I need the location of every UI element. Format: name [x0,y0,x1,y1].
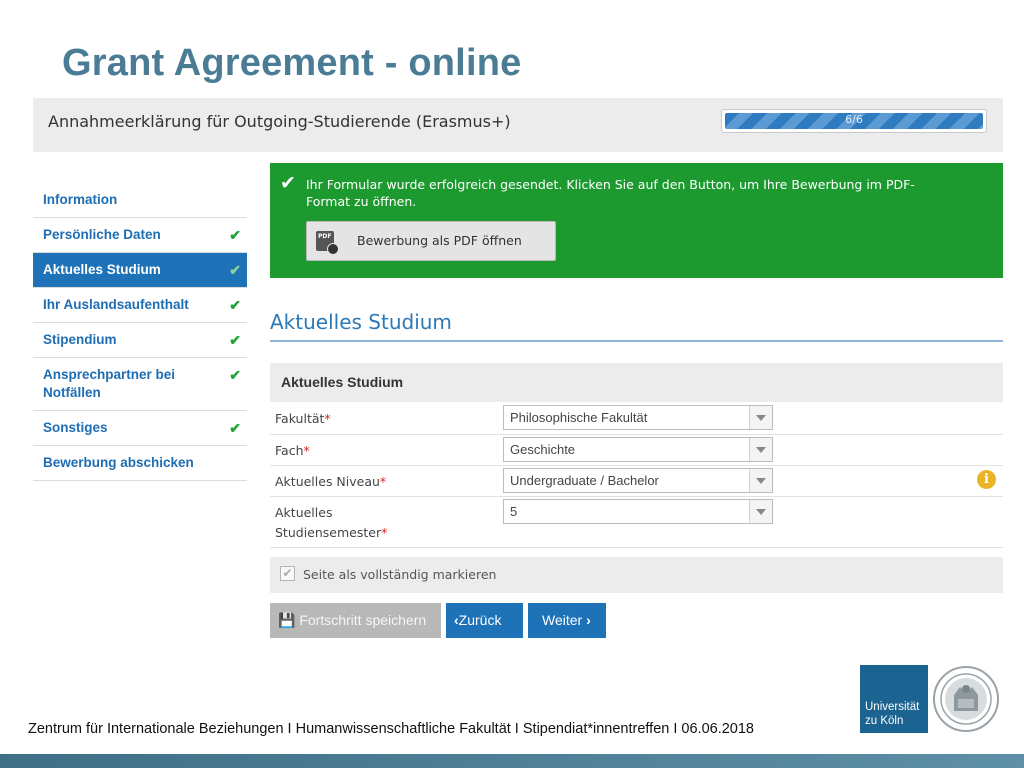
sidebar-item-information[interactable]: Information [33,183,247,218]
sidebar-item-label: Stipendium [43,332,117,347]
field-row-studiensemester: Aktuelles Studiensemester* 5 [270,496,1003,548]
studiensemester-select[interactable]: 5 [503,499,773,524]
panel-title: Aktuelles Studium [281,374,404,390]
sidebar-item-bewerbung-abschicken[interactable]: Bewerbung abschicken [33,446,247,481]
sidebar-item-persoenliche-daten[interactable]: Persönliche Daten ✔ [33,218,247,253]
university-logo: Universität zu Köln [860,665,928,733]
sidebar-item-auslandsaufenthalt[interactable]: Ihr Auslandsaufenthalt ✔ [33,288,247,323]
sidebar-item-label: Aktuelles Studium [43,262,161,277]
next-label: Weiter [542,612,583,628]
slide-title: Grant Agreement - online [62,42,522,84]
pdf-file-icon: PDF [316,231,339,255]
sidebar-item-aktuelles-studium[interactable]: Aktuelles Studium ✔ [33,253,247,288]
university-seal-icon [933,666,999,732]
progress-bar: 6/6 [721,109,987,133]
save-progress-button[interactable]: 💾 Fortschritt speichern [270,603,441,638]
check-icon: ✔ [229,297,241,313]
fach-value: Geschichte [510,442,576,457]
sidebar-item-label: Ansprechpartner bei Notfällen [43,367,176,400]
panel-header: Aktuelles Studium [270,363,1003,402]
field-label-fakultaet: Fakultät* [275,411,331,426]
fach-select[interactable]: Geschichte [503,437,773,462]
check-icon: ✔ [229,262,241,278]
studiensemester-value: 5 [510,504,518,519]
open-pdf-button[interactable]: PDF Bewerbung als PDF öffnen [306,221,556,261]
field-label-studiensemester: Aktuelles Studiensemester* [275,505,388,540]
sidebar-item-label: Ihr Auslandsaufenthalt [43,297,189,312]
next-button[interactable]: Weiter › [528,603,606,638]
success-alert: ✔ Ihr Formular wurde erfolgreich gesende… [270,163,1003,278]
section-heading: Aktuelles Studium [270,310,1003,342]
sidebar-item-sonstiges[interactable]: Sonstiges ✔ [33,411,247,446]
field-label-fach: Fach* [275,443,310,458]
niveau-select[interactable]: Undergraduate / Bachelor [503,468,773,493]
check-icon: ✔ [229,367,241,383]
field-row-fakultaet: Fakultät* Philosophische Fakultät [270,402,1003,435]
back-label: Zurück [458,612,502,628]
sidebar-item-label: Persönliche Daten [43,227,161,242]
form-header: Annahmeerklärung für Outgoing-Studierend… [33,98,1003,152]
checkmark-icon: ✔ [280,172,296,194]
niveau-value: Undergraduate / Bachelor [510,473,659,488]
complete-bar: ✔ Seite als vollständig markieren [270,557,1003,593]
chevron-down-icon [749,406,772,429]
footer-band [0,754,1024,768]
sidebar-item-ansprechpartner[interactable]: Ansprechpartner bei Notfällen ✔ [33,358,247,411]
complete-checkbox[interactable]: ✔ [280,566,295,581]
sidebar-item-label: Sonstiges [43,420,108,435]
chevron-down-icon [749,469,772,492]
chevron-right-icon: › [586,612,591,628]
open-pdf-label: Bewerbung als PDF öffnen [357,233,522,248]
floppy-disk-icon: 💾 [278,612,296,628]
check-icon: ✔ [229,420,241,436]
chevron-down-icon [749,500,772,523]
chevron-down-icon [749,438,772,461]
fakultaet-select[interactable]: Philosophische Fakultät [503,405,773,430]
check-icon: ✔ [229,227,241,243]
field-label-niveau: Aktuelles Niveau* [275,474,387,489]
progress-label: 6/6 [845,113,863,126]
footer-text: Zentrum für Internationale Beziehungen I… [28,721,754,737]
form-title: Annahmeerklärung für Outgoing-Studierend… [48,112,511,131]
fakultaet-value: Philosophische Fakultät [510,410,648,425]
logo-line2: zu Köln [865,715,904,727]
info-icon[interactable]: i [977,470,996,489]
complete-label: Seite als vollständig markieren [303,567,497,582]
sidebar-item-stipendium[interactable]: Stipendium ✔ [33,323,247,358]
success-message: Ihr Formular wurde erfolgreich gesendet.… [306,177,915,209]
back-button[interactable]: ‹Zurück [446,603,523,638]
save-progress-label: Fortschritt speichern [299,612,427,628]
field-row-fach: Fach* Geschichte [270,434,1003,466]
sidebar-item-label: Bewerbung abschicken [43,455,194,470]
sidebar-nav: Information Persönliche Daten ✔ Aktuelle… [33,183,247,481]
logo-line1: Universität [865,701,920,713]
check-icon: ✔ [229,332,241,348]
sidebar-item-label: Information [43,192,118,207]
field-row-niveau: Aktuelles Niveau* Undergraduate / Bachel… [270,465,1003,497]
